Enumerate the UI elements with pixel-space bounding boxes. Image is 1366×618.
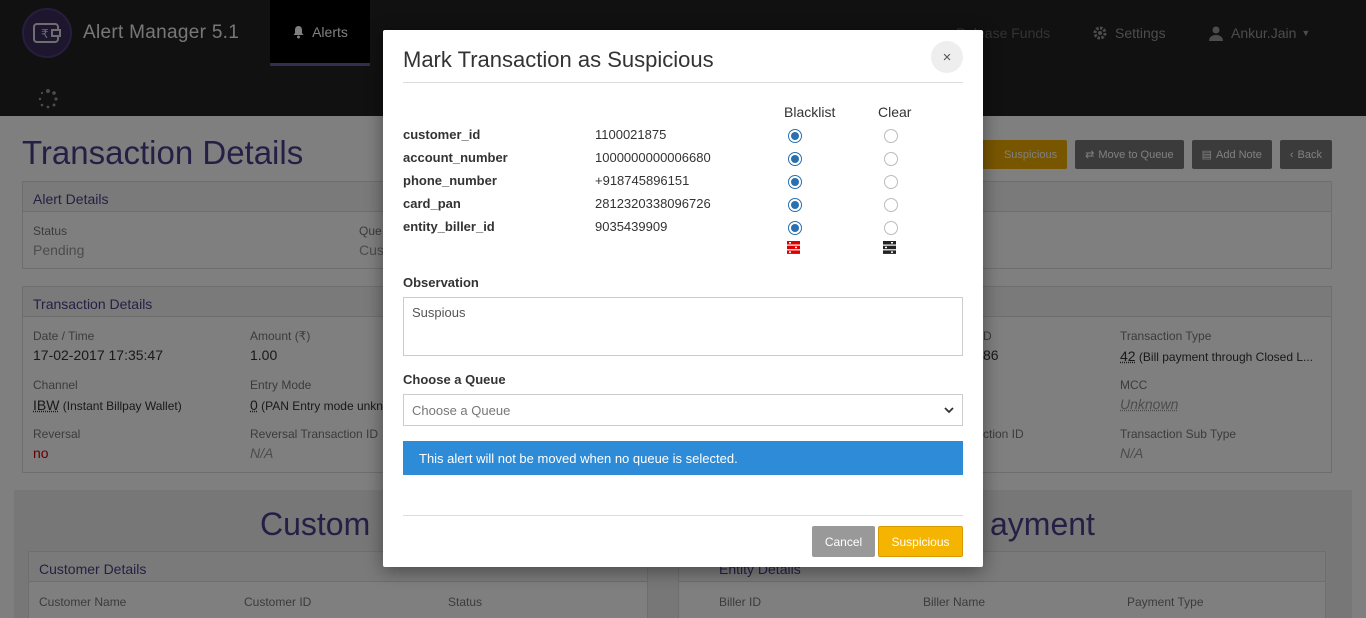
blacklist-radio-phone-number[interactable]: [788, 175, 802, 189]
close-icon: ×: [942, 48, 952, 66]
row-value-account-number: 1000000000006680: [595, 150, 711, 165]
queue-select-label: Choose a Queue: [403, 372, 506, 387]
row-value-customer-id: 1100021875: [595, 127, 667, 142]
clear-column-header: Clear: [878, 104, 912, 120]
row-value-card-pan: 2812320338096726: [595, 196, 711, 211]
observation-label: Observation: [403, 275, 479, 290]
clear-radio-entity-biller-id[interactable]: [884, 221, 898, 235]
clear-all-icon[interactable]: [883, 241, 896, 257]
clear-radio-customer-id[interactable]: [884, 129, 898, 143]
queue-select[interactable]: Choose a Queue: [403, 394, 963, 426]
blacklist-column-header: Blacklist: [784, 104, 836, 120]
clear-radio-phone-number[interactable]: [884, 175, 898, 189]
blacklist-radio-customer-id[interactable]: [788, 129, 802, 143]
row-label-account-number: account_number: [403, 150, 508, 165]
row-value-phone-number: +918745896151: [595, 173, 690, 188]
chevron-down-icon: [944, 403, 954, 418]
row-label-customer-id: customer_id: [403, 127, 481, 142]
row-label-entity-biller-id: entity_biller_id: [403, 219, 495, 234]
observation-textarea[interactable]: Suspious: [403, 297, 963, 356]
modal-footer-divider: [403, 515, 963, 516]
modal-header-divider: [403, 82, 963, 83]
modal-title: Mark Transaction as Suspicious: [403, 47, 714, 72]
blacklist-radio-account-number[interactable]: [788, 152, 802, 166]
info-alert: This alert will not be moved when no que…: [403, 441, 963, 475]
clear-radio-account-number[interactable]: [884, 152, 898, 166]
row-value-entity-biller-id: 9035439909: [595, 219, 668, 234]
row-label-card-pan: card_pan: [403, 196, 461, 211]
queue-select-placeholder: Choose a Queue: [412, 403, 511, 418]
blacklist-radio-entity-biller-id[interactable]: [788, 221, 802, 235]
clear-radio-card-pan[interactable]: [884, 198, 898, 212]
blacklist-all-icon[interactable]: [787, 241, 800, 257]
submit-suspicious-button[interactable]: Suspicious: [878, 526, 963, 557]
row-label-phone-number: phone_number: [403, 173, 497, 188]
blacklist-radio-card-pan[interactable]: [788, 198, 802, 212]
close-button[interactable]: ×: [931, 41, 963, 73]
mark-suspicious-modal: Mark Transaction as Suspicious × Blackli…: [383, 30, 983, 567]
cancel-button[interactable]: Cancel: [812, 526, 875, 557]
